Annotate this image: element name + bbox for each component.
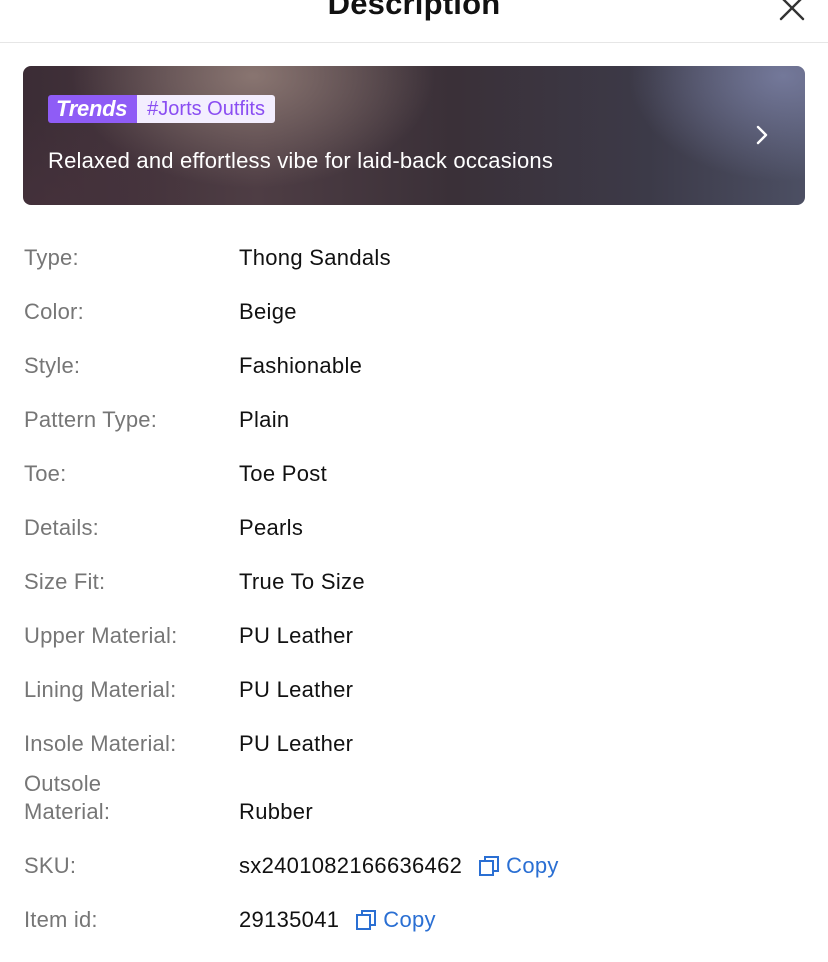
spec-label: Pattern Type:	[24, 407, 158, 432]
spec-value-text: sx2401082166636462	[239, 853, 463, 878]
chevron-right-icon	[756, 125, 768, 145]
spec-value-text: Toe Post	[239, 461, 328, 486]
spec-label: Upper Material:	[24, 623, 178, 648]
spec-row-upper-material: Upper Material: PU Leather	[24, 610, 804, 664]
copy-icon	[479, 856, 500, 876]
spec-label: Lining Material:	[24, 677, 177, 702]
spec-value: PU Leather	[239, 676, 353, 704]
spec-value: Thong Sandals	[239, 244, 391, 272]
spec-label: Color:	[24, 299, 84, 324]
spec-row-style: Style: Fashionable	[24, 340, 804, 394]
banner-text: Relaxed and effortless vibe for laid-bac…	[48, 148, 554, 173]
spec-label: Outsole Material:	[24, 771, 111, 824]
spec-value-text: 29135041	[239, 907, 340, 932]
spec-row-color: Color: Beige	[24, 286, 804, 340]
copy-label: Copy	[383, 907, 436, 932]
copy-item-id-button[interactable]: Copy	[355, 906, 436, 934]
spec-value: Plain	[239, 406, 289, 434]
spec-value-text: PU Leather	[239, 623, 354, 648]
spec-value: Pearls	[239, 514, 303, 542]
spec-value-text: True To Size	[239, 569, 365, 594]
spec-label: Style:	[24, 353, 81, 378]
spec-value-text: Rubber	[239, 799, 313, 824]
spec-value: Fashionable	[239, 352, 362, 380]
trends-tag: #Jorts Outfits	[137, 95, 275, 123]
trends-banner[interactable]: Trends #Jorts Outfits Relaxed and effort…	[23, 66, 805, 205]
page-title: Description	[327, 0, 501, 21]
spec-value-text: PU Leather	[239, 677, 354, 702]
spec-label: Insole Material:	[24, 731, 177, 756]
header: Description	[0, 0, 828, 43]
spec-value-text: Beige	[239, 299, 297, 324]
spec-row-sku: SKU: sx2401082166636462 Copy	[24, 840, 804, 894]
close-button[interactable]	[776, 0, 808, 24]
spec-row-insole-material: Insole Material: PU Leather	[24, 718, 804, 772]
spec-row-size-fit: Size Fit: True To Size	[24, 556, 804, 610]
spec-value: Toe Post	[239, 460, 327, 488]
spec-row-toe: Toe: Toe Post	[24, 448, 804, 502]
spec-value-text: Thong Sandals	[239, 245, 391, 270]
spec-value: True To Size	[239, 568, 365, 596]
close-icon	[779, 0, 805, 21]
copy-icon	[356, 910, 377, 930]
spec-value: PU Leather	[239, 730, 353, 758]
spec-label: Item id:	[24, 907, 98, 932]
spec-value-text: Pearls	[239, 515, 304, 540]
spec-row-outsole-material: Outsole Material: Rubber	[24, 771, 804, 840]
spec-label: SKU:	[24, 853, 77, 878]
copy-label: Copy	[506, 853, 559, 878]
spec-row-item-id: Item id: 29135041 Copy	[24, 894, 804, 948]
spec-row-details: Details: Pearls	[24, 502, 804, 556]
spec-value-text: Fashionable	[239, 353, 363, 378]
spec-label: Size Fit:	[24, 569, 106, 594]
spec-value: 29135041 Copy	[239, 906, 436, 934]
spec-value: Beige	[239, 298, 297, 326]
trends-badge: Trends #Jorts Outfits	[48, 95, 275, 123]
spec-label: Type:	[24, 245, 79, 270]
spec-value: sx2401082166636462 Copy	[239, 852, 559, 880]
copy-sku-button[interactable]: Copy	[478, 852, 559, 880]
spec-row-pattern-type: Pattern Type: Plain	[24, 394, 804, 448]
spec-value-text: PU Leather	[239, 731, 354, 756]
spec-row-lining-material: Lining Material: PU Leather	[24, 664, 804, 718]
spec-row-type: Type: Thong Sandals	[24, 232, 804, 286]
spec-value-text: Plain	[239, 407, 290, 432]
trends-logo: Trends	[48, 95, 138, 123]
spec-label: Details:	[24, 515, 99, 540]
spec-label: Toe:	[24, 461, 67, 486]
spec-value: PU Leather	[239, 622, 353, 650]
spec-value: Rubber	[239, 798, 313, 826]
